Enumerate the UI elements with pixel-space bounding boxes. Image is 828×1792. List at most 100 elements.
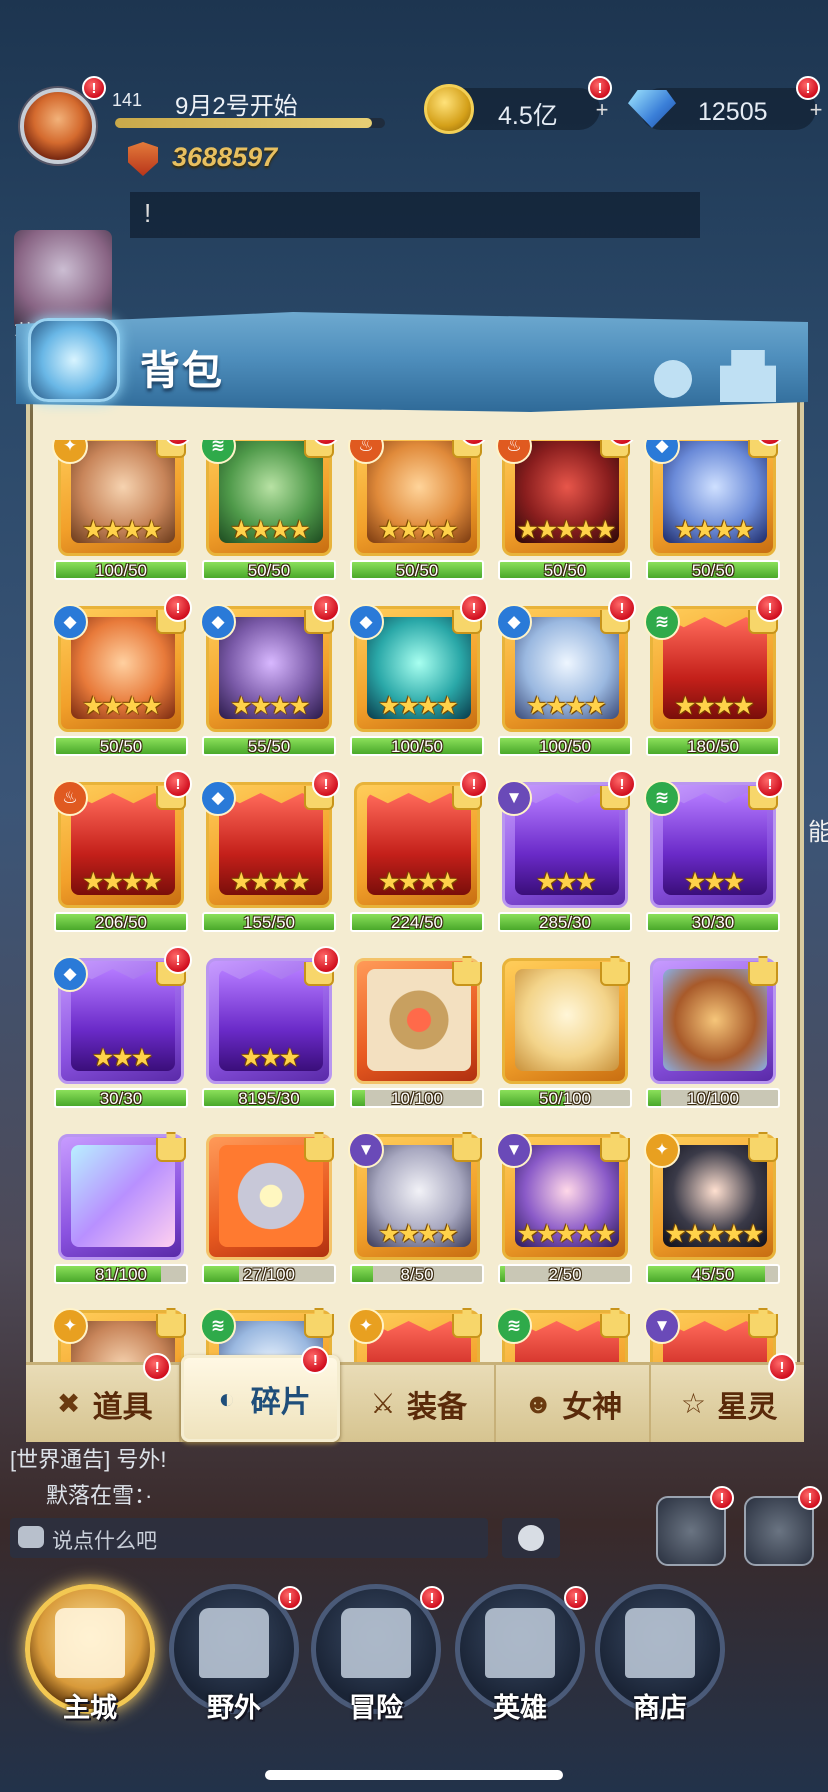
fragment-item[interactable]: 50/100 — [496, 956, 632, 1112]
star-rating: ★★★★ — [378, 516, 459, 544]
water-faction-icon: ◆ — [348, 604, 384, 640]
star-rating: ★★★★★ — [516, 516, 616, 544]
fragment-item[interactable]: ≋ — [496, 1308, 632, 1365]
fragment-item[interactable]: ★★★! 8195/30 — [200, 946, 340, 1112]
fragment-item[interactable]: 27/100 — [200, 1132, 336, 1288]
fragment-item[interactable]: ★★★★★ ▼ 2/50 — [496, 1132, 632, 1288]
fragment-item[interactable]: ★★★★ ♨! 206/50 — [52, 770, 192, 936]
fragment-item[interactable]: ★★★★★ ✦ 45/50 — [644, 1132, 780, 1288]
star-rating: ★★★★ — [230, 868, 311, 896]
ranking-button[interactable]: ! — [656, 1486, 734, 1566]
fragment-item[interactable]: ★★★ ◆! 30/30 — [52, 946, 192, 1112]
emoji-button[interactable] — [502, 1518, 560, 1558]
nav-shop[interactable]: 商店 — [590, 1580, 730, 1730]
right-edge-text: 能 — [808, 819, 828, 846]
fragment-alert-badge: ! — [312, 594, 340, 622]
fragment-item[interactable]: ★★★ ≋! 30/30 — [644, 770, 784, 936]
chat-input[interactable]: 说点什么吧 — [10, 1518, 488, 1558]
chest-button[interactable]: ! — [744, 1486, 822, 1566]
fragment-progress-bar: 224/50 — [350, 912, 484, 932]
fragment-count: 8/50 — [400, 1265, 434, 1284]
fragment-item[interactable]: ★★★★ ◆! 155/50 — [200, 770, 340, 936]
nav-alert-badge: ! — [420, 1586, 444, 1610]
fragment-item[interactable]: 81/100 — [52, 1132, 188, 1288]
fragment-count: 30/30 — [691, 913, 735, 932]
fragment-count: 55/50 — [247, 737, 291, 756]
fragment-item[interactable]: 10/100 — [348, 956, 484, 1112]
fragment-grid-scroll[interactable]: ★★★★✦!100/50★★★★≋!50/50★★★★♨!50/50★★★★★♨… — [38, 440, 792, 1365]
broadcast-bar[interactable]: ! — [130, 192, 700, 238]
fragment-item[interactable]: ★★★★◆!50/50 — [52, 594, 192, 760]
fragment-count: 30/30 — [99, 1089, 143, 1108]
fragment-count: 224/50 — [391, 913, 443, 932]
tab-alert-badge: ! — [768, 1353, 797, 1381]
fragment-alert-badge: ! — [164, 594, 192, 622]
fragment-alert-badge: ! — [756, 594, 784, 622]
fragment-progress-bar: 285/30 — [498, 912, 632, 932]
fragment-item[interactable]: ★★★★✦!100/50 — [52, 440, 192, 584]
fragment-alert-badge: ! — [164, 946, 192, 974]
gold-plus-icon[interactable]: + — [592, 99, 612, 121]
fragment-item[interactable]: ✦ — [52, 1308, 188, 1365]
fragment-grid: ★★★★✦!100/50★★★★≋!50/50★★★★♨!50/50★★★★★♨… — [38, 440, 784, 1365]
fragment-progress-bar: 55/50 — [202, 736, 336, 756]
fragment-alert-badge: ! — [460, 594, 488, 622]
side-hero-portrait[interactable] — [14, 230, 112, 330]
bottom-navigation: 主城 野外! 冒险! 英雄! 商店 — [0, 1580, 828, 1770]
star-rating: ★★★★ — [378, 692, 459, 720]
fragment-item[interactable]: ★★★★≋!50/50 — [200, 440, 340, 584]
wind-faction-icon: ≋ — [200, 1308, 236, 1344]
nav-wilderness[interactable]: 野外! — [164, 1580, 304, 1730]
fragment-item[interactable]: ★★★★! 224/50 — [348, 770, 488, 936]
fragment-progress-bar: 27/100 — [202, 1264, 336, 1284]
nav-label: 商店 — [633, 1693, 687, 1723]
fragment-alert-badge: ! — [164, 770, 192, 798]
nav-alert-badge: ! — [564, 1586, 588, 1610]
backpack-tabs: ✖ 道具! ◐ 碎片! ⚔ 装备 ☻ 女神 ☆ 星灵! — [26, 1346, 804, 1442]
shop-icon — [625, 1608, 695, 1678]
fragment-progress-bar: 100/50 — [54, 560, 188, 580]
fragment-item[interactable]: ✦ — [348, 1308, 484, 1365]
fragment-count: 50/50 — [99, 737, 143, 756]
fragment-progress-bar: 100/50 — [498, 736, 632, 756]
fragment-item[interactable]: ★★★★♨!50/50 — [348, 440, 488, 584]
fragment-count: 2/50 — [548, 1265, 582, 1284]
fragment-progress-bar: 45/50 — [646, 1264, 780, 1284]
water-faction-icon: ◆ — [496, 604, 532, 640]
nav-heroes[interactable]: 英雄! — [450, 1580, 590, 1730]
fragment-item[interactable]: ★★★★ ◆! 100/50 — [496, 594, 636, 760]
tab-items[interactable]: ✖ 道具! — [26, 1353, 182, 1442]
tab-fragments[interactable]: ◐ 碎片! — [181, 1346, 341, 1442]
nav-adventure[interactable]: 冒险! — [306, 1580, 446, 1730]
fragment-item[interactable]: 10/100 — [644, 956, 780, 1112]
nav-main-city[interactable]: 主城 — [20, 1580, 160, 1730]
fragment-alert-badge: ! — [756, 770, 784, 798]
fragment-count: 50/50 — [395, 561, 439, 580]
fragment-item[interactable]: ★★★★★♨!50/50 — [496, 440, 636, 584]
home-indicator — [265, 1770, 563, 1780]
chat-bubble-icon — [18, 1526, 44, 1548]
tab-star-spirit[interactable]: ☆ 星灵! — [651, 1353, 804, 1442]
tab-equipment[interactable]: ⚔ 装备 — [340, 1365, 496, 1442]
fragment-item[interactable]: ▼ — [644, 1308, 780, 1365]
goddess-tab-icon: ☻ — [523, 1387, 553, 1419]
fragment-alert-badge: ! — [312, 946, 340, 974]
fragment-item[interactable]: ★★★★ ▼ 8/50 — [348, 1132, 484, 1288]
heroes-icon — [485, 1608, 555, 1678]
fragment-item[interactable]: ★★★★ ≋! 180/50 — [644, 594, 784, 760]
fragment-item[interactable]: ★★★★ ◆! 55/50 — [200, 594, 340, 760]
chest-alert-badge: ! — [798, 1486, 822, 1510]
fragment-progress-bar: 50/50 — [498, 560, 632, 580]
gem-plus-icon[interactable]: + — [806, 99, 826, 121]
star-rating: ★★★★★ — [516, 1220, 616, 1248]
fragment-count: 100/50 — [391, 737, 443, 756]
fragment-item[interactable]: ★★★ ▼! 285/30 — [496, 770, 636, 936]
gold-alert-badge: ! — [588, 76, 612, 100]
tab-goddess[interactable]: ☻ 女神 — [496, 1365, 651, 1442]
combat-power: 3688597 — [172, 142, 278, 172]
nav-label: 野外 — [207, 1693, 261, 1723]
fragment-progress-bar: 30/30 — [646, 912, 780, 932]
fragment-item[interactable]: ★★★★ ◆! 100/50 — [348, 594, 488, 760]
fragment-progress-bar: 2/50 — [498, 1264, 632, 1284]
fragment-item[interactable]: ★★★★◆!50/50 — [644, 440, 784, 584]
